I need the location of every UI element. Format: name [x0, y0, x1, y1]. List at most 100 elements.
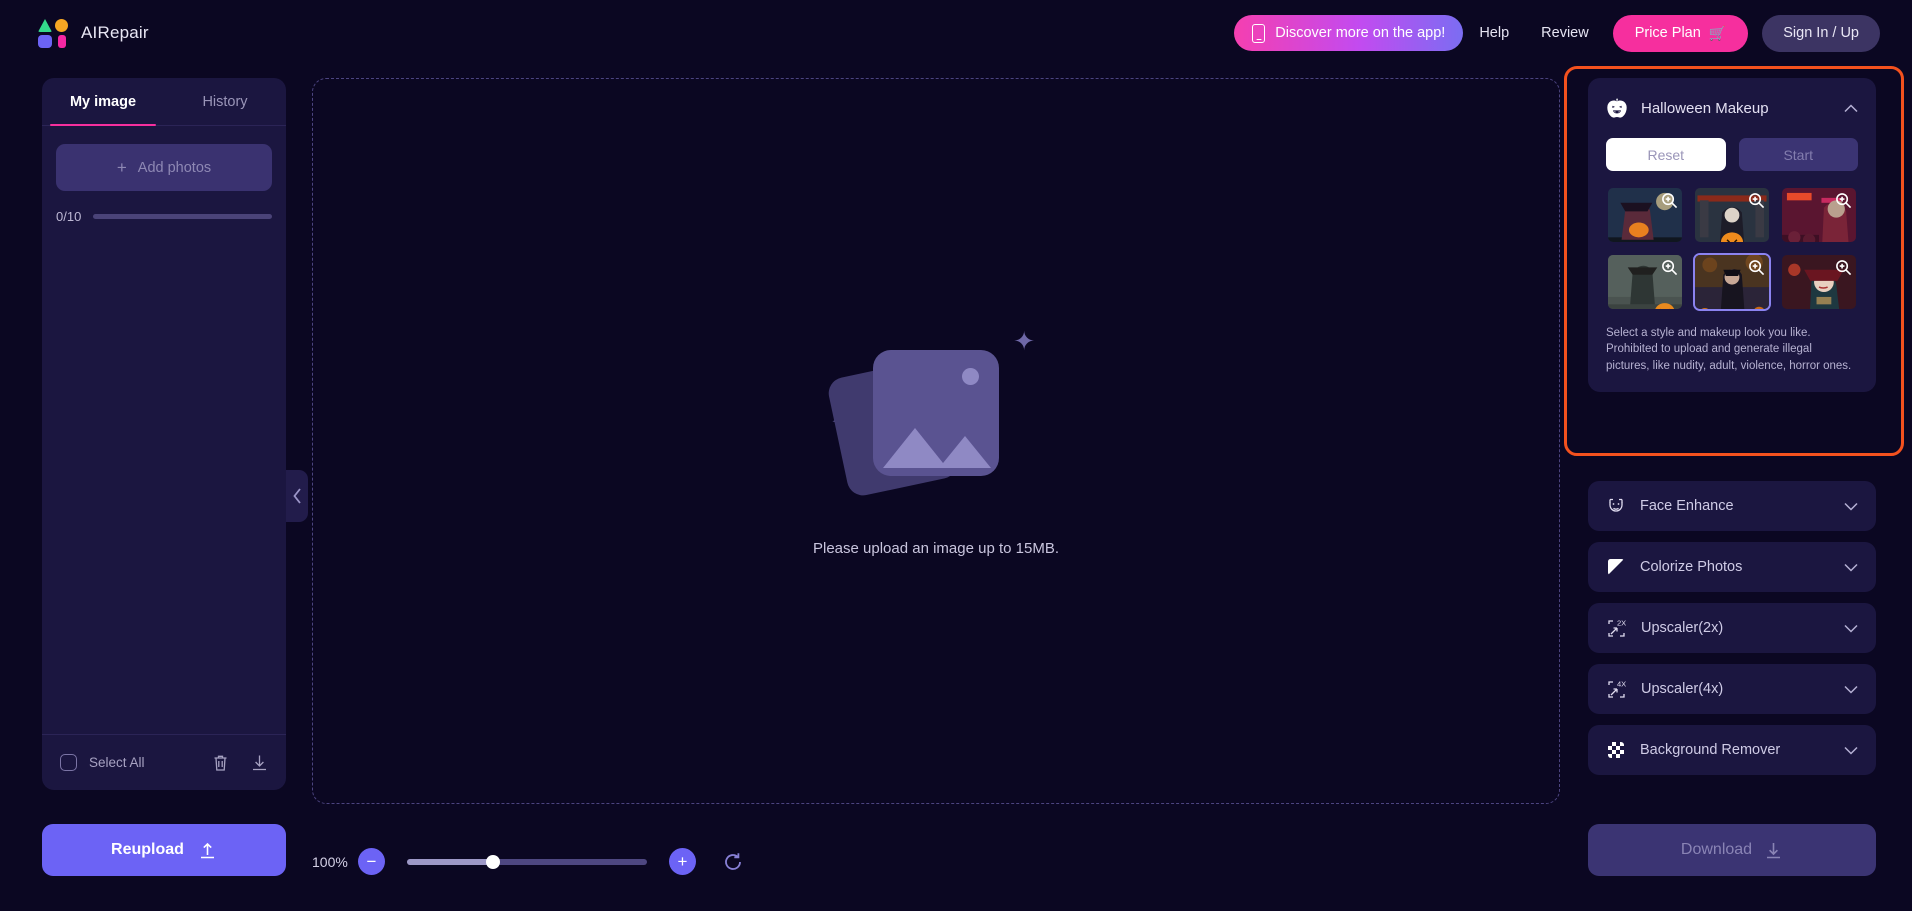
feature-label: Upscaler(2x): [1641, 620, 1724, 636]
sidebar-collapse-handle[interactable]: [286, 470, 308, 522]
app-root: AIRepair Discover more on the app! Help …: [0, 0, 1912, 911]
start-button[interactable]: Start: [1738, 138, 1858, 171]
sign-in-button[interactable]: Sign In / Up: [1762, 14, 1880, 52]
pumpkin-icon: [1606, 98, 1628, 118]
feature-label: Background Remover: [1640, 742, 1781, 758]
feature-label: Face Enhance: [1640, 498, 1734, 514]
zoom-reset-button[interactable]: [722, 851, 744, 873]
download-icon[interactable]: [251, 754, 268, 772]
chevron-down-icon[interactable]: [1844, 746, 1858, 755]
feature-row-colorize-photos[interactable]: Colorize Photos: [1588, 542, 1876, 592]
sidebar-tabs: My image History: [42, 78, 286, 126]
halloween-panel-description: Select a style and makeup look you like.…: [1606, 327, 1852, 372]
price-plan-label: Price Plan: [1634, 25, 1701, 41]
discover-app-button[interactable]: Discover more on the app!: [1234, 15, 1464, 51]
download-button[interactable]: Download: [1588, 824, 1876, 876]
select-all-checkbox[interactable]: [60, 754, 77, 771]
discover-app-label: Discover more on the app!: [1275, 25, 1446, 41]
airepair-logo-icon: [38, 18, 68, 48]
download-icon: [1767, 842, 1781, 858]
halloween-makeup-panel: Halloween Makeup Reset Start Select a st…: [1588, 78, 1876, 392]
header-actions: Discover more on the app! Help Review Pr…: [1234, 14, 1880, 52]
feature-row-face-enhance[interactable]: Face Enhance: [1588, 481, 1876, 531]
add-photos-label: Add photos: [137, 159, 212, 176]
add-photos-button[interactable]: + Add photos: [56, 144, 272, 191]
refresh-icon: [725, 852, 741, 870]
sidebar: My image History + Add photos 0/10 Selec…: [42, 78, 286, 790]
colorize-icon: [1606, 557, 1626, 577]
feature-label: Upscaler(4x): [1641, 681, 1724, 697]
magnifier-plus-icon[interactable]: [1748, 259, 1765, 276]
review-link[interactable]: Review: [1525, 25, 1605, 41]
zoom-slider-thumb[interactable]: [486, 854, 501, 869]
tab-history[interactable]: History: [164, 78, 286, 125]
chevron-down-icon[interactable]: [1844, 624, 1858, 633]
halloween-panel-header[interactable]: Halloween Makeup: [1606, 92, 1858, 124]
tab-my-image-label: My image: [69, 93, 137, 110]
magnifier-plus-icon[interactable]: [1748, 192, 1765, 209]
zoom-slider[interactable]: [407, 854, 647, 869]
photo-list-empty: [42, 224, 286, 734]
reset-label: Reset: [1647, 146, 1685, 163]
brand[interactable]: AIRepair: [38, 18, 149, 48]
magnifier-plus-icon[interactable]: [1661, 259, 1678, 276]
photo-counter: 0/10: [56, 209, 272, 224]
phone-icon: [1252, 23, 1266, 43]
download-label: Download: [1680, 841, 1753, 858]
chevron-down-icon[interactable]: [1844, 502, 1858, 511]
sidebar-body: + Add photos 0/10: [42, 126, 286, 224]
svg-text:2X: 2X: [1617, 618, 1626, 627]
header: AIRepair Discover more on the app! Help …: [0, 0, 1912, 66]
photo-counter-label: 0/10: [56, 209, 82, 224]
image-placeholder-icon: ✦ ✦: [825, 325, 1041, 506]
magnifier-plus-icon[interactable]: [1661, 192, 1678, 209]
feature-row-upscaler-4x[interactable]: 4X Upscaler(4x): [1588, 664, 1876, 714]
tab-history-label: History: [202, 93, 248, 110]
magnifier-plus-icon[interactable]: [1835, 259, 1852, 276]
image-canvas[interactable]: ✦ ✦ Please upload an image up to 15MB.: [312, 78, 1560, 804]
style-thumbnail[interactable]: [1606, 253, 1684, 311]
shopping-cart-icon: 🛒: [1708, 24, 1727, 41]
sparkle-icon: ✦: [1013, 325, 1035, 356]
sidebar-footer: Select All: [42, 734, 286, 790]
brand-name: AIRepair: [81, 23, 149, 42]
magnifier-plus-icon[interactable]: [1835, 192, 1852, 209]
photo-counter-track: [93, 214, 272, 219]
chevron-left-icon: [292, 488, 301, 504]
footer-icon-group: [212, 754, 268, 772]
zoom-controls: 100% − +: [312, 848, 744, 875]
trash-icon[interactable]: [212, 754, 229, 772]
chevron-up-icon[interactable]: [1844, 103, 1858, 113]
sign-in-label: Sign In / Up: [1783, 25, 1859, 41]
feature-row-upscaler-2x[interactable]: 2X Upscaler(2x): [1588, 603, 1876, 653]
plus-icon: +: [116, 158, 127, 177]
zoom-out-button[interactable]: −: [358, 848, 385, 875]
chevron-down-icon[interactable]: [1844, 685, 1858, 694]
feature-label: Colorize Photos: [1640, 559, 1743, 575]
help-link[interactable]: Help: [1463, 25, 1525, 41]
checkerboard-icon: [1606, 740, 1626, 760]
upscaler-2x-icon: 2X: [1606, 618, 1627, 639]
halloween-action-buttons: Reset Start: [1606, 138, 1858, 171]
style-thumbnail[interactable]: [1780, 186, 1858, 244]
chevron-down-icon[interactable]: [1844, 563, 1858, 572]
style-thumbnail[interactable]: [1780, 253, 1858, 311]
feature-row-background-remover[interactable]: Background Remover: [1588, 725, 1876, 775]
price-plan-button[interactable]: Price Plan 🛒: [1612, 14, 1749, 52]
upload-hint-text: Please upload an image up to 15MB.: [813, 539, 1059, 557]
style-thumbnail[interactable]: [1693, 186, 1771, 244]
face-enhance-icon: [1606, 496, 1626, 516]
reupload-button[interactable]: Reupload: [42, 824, 286, 876]
zoom-in-button[interactable]: +: [669, 848, 696, 875]
svg-text:4X: 4X: [1617, 679, 1626, 688]
upscaler-4x-icon: 4X: [1606, 679, 1627, 700]
zoom-percent-label: 100%: [312, 853, 348, 870]
tab-my-image[interactable]: My image: [42, 78, 164, 126]
style-thumbnail[interactable]: [1606, 186, 1684, 244]
style-thumbnail-selected[interactable]: [1693, 253, 1771, 311]
reset-button[interactable]: Reset: [1606, 138, 1726, 171]
style-thumbnail-grid: [1606, 186, 1858, 311]
upload-icon: [200, 842, 214, 858]
select-all-label: Select All: [89, 755, 145, 770]
start-label: Start: [1783, 146, 1814, 163]
